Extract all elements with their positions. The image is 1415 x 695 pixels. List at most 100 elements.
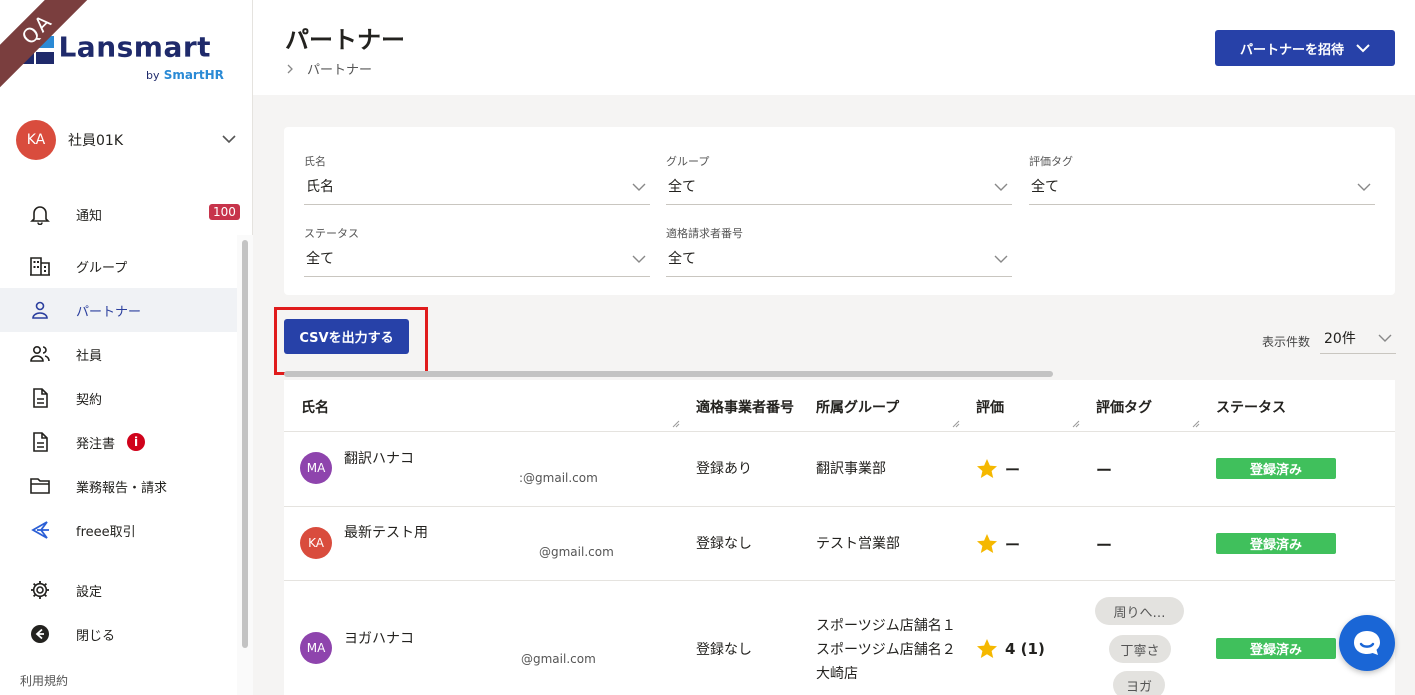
- sidebar-item-label: 設定: [76, 584, 103, 600]
- table-row[interactable]: KA 最新テスト用 @gmail.com 登録なし テスト営業部 ー ー 登録済…: [284, 507, 1395, 581]
- filter-label: 適格請求者番号: [666, 227, 743, 240]
- status-badge: 登録済み: [1216, 458, 1336, 479]
- export-csv-button[interactable]: CSVを出力する: [284, 319, 409, 354]
- status-filter-select[interactable]: 全て: [304, 247, 650, 277]
- document-icon: [28, 430, 52, 454]
- partner-email: @gmail.com: [521, 652, 596, 666]
- gear-icon: [28, 578, 52, 602]
- group-filter-select[interactable]: 全て: [666, 175, 1012, 205]
- filter-label: 評価タグ: [1029, 155, 1073, 168]
- partner-group: 翻訳事業部: [816, 461, 886, 477]
- breadcrumb: パートナー: [285, 59, 372, 78]
- sidebar-item-label: パートナー: [76, 304, 142, 320]
- chevron-down-icon: [1378, 334, 1392, 342]
- logo-subtitle: by SmartHR: [146, 68, 224, 82]
- resize-handle-icon[interactable]: [1192, 420, 1200, 428]
- partner-avatar: MA: [300, 632, 332, 664]
- partner-avatar: MA: [300, 452, 332, 484]
- sidebar-item-reports-billing[interactable]: 業務報告・請求: [0, 464, 237, 508]
- chevron-down-icon: [994, 183, 1008, 191]
- user-menu[interactable]: KA 社員01K: [16, 120, 236, 160]
- table-row[interactable]: MA ヨガハナコ @gmail.com 登録なし スポーツジム店舗名１ スポーツ…: [284, 581, 1395, 695]
- filter-invoice-number: 適格請求者番号 全て: [666, 225, 1012, 277]
- invite-partner-button[interactable]: パートナーを招待: [1215, 30, 1395, 66]
- sidebar-item-freee[interactable]: freee取引: [0, 508, 237, 552]
- filter-name: 氏名 氏名: [304, 153, 650, 205]
- chevron-down-icon: [994, 255, 1008, 263]
- page-title: パートナー: [285, 26, 405, 54]
- chevron-down-icon: [1357, 183, 1371, 191]
- filter-tag: 評価タグ 全て: [1029, 153, 1375, 205]
- partner-tags-empty: ー: [1096, 461, 1113, 480]
- sidebar-item-label: 発注書: [76, 436, 116, 452]
- breadcrumb-item[interactable]: パートナー: [307, 59, 372, 78]
- partners-table: 氏名 適格事業者番号 所属グループ 評価 評価タグ ステータス MA 翻訳ハナコ…: [284, 380, 1395, 695]
- partner-rating: ー: [975, 457, 1020, 481]
- chevron-right-icon: [287, 64, 293, 73]
- status-badge: 登録済み: [1216, 533, 1336, 554]
- partner-rating: 4 (1): [975, 637, 1045, 661]
- partner-group: テスト営業部: [816, 536, 900, 552]
- table-horizontal-scrollbar[interactable]: [284, 371, 1053, 377]
- table-row[interactable]: MA 翻訳ハナコ :@gmail.com 登録あり 翻訳事業部 ー ー 登録済み: [284, 433, 1395, 507]
- sidebar-scrollbar[interactable]: [242, 240, 248, 648]
- table-header: 氏名 適格事業者番号 所属グループ 評価 評価タグ ステータス: [284, 380, 1395, 432]
- sidebar-item-label: 通知: [76, 208, 103, 224]
- sidebar: Lansmart by SmartHR QA KA 社員01K 通知 100 グ…: [0, 0, 253, 695]
- chat-bubble-icon: [1354, 631, 1380, 655]
- arrow-left-circle-icon: [28, 622, 52, 646]
- resize-handle-icon[interactable]: [672, 420, 680, 428]
- rating-tag: 周りへ…: [1095, 597, 1184, 625]
- sidebar-item-partners[interactable]: パートナー: [0, 288, 237, 332]
- chevron-down-icon: [222, 135, 236, 144]
- filter-label: ステータス: [304, 227, 359, 240]
- sidebar-item-label: 閉じる: [76, 628, 116, 644]
- invoice-status: 登録なし: [696, 642, 752, 658]
- filter-status: ステータス 全て: [304, 225, 650, 277]
- partner-group: スポーツジム店舗名２: [816, 642, 956, 658]
- chat-support-button[interactable]: [1339, 615, 1395, 671]
- partner-email: @gmail.com: [539, 545, 614, 559]
- column-header-group[interactable]: 所属グループ: [816, 397, 899, 417]
- sidebar-item-groups[interactable]: グループ: [0, 244, 237, 288]
- partner-name[interactable]: 最新テスト用: [344, 522, 428, 542]
- sidebar-item-close[interactable]: 閉じる: [0, 612, 237, 656]
- logo-text: Lansmart: [58, 30, 212, 64]
- partner-email: :@gmail.com: [519, 471, 598, 485]
- status-badge: 登録済み: [1216, 638, 1336, 659]
- resize-handle-icon[interactable]: [952, 420, 960, 428]
- name-filter-select[interactable]: 氏名: [304, 175, 650, 205]
- freee-icon: [28, 518, 52, 542]
- resize-handle-icon[interactable]: [1072, 420, 1080, 428]
- sidebar-item-purchase-orders[interactable]: 発注書 i: [0, 420, 237, 464]
- partner-avatar: KA: [300, 527, 332, 559]
- person-icon: [28, 298, 52, 322]
- sidebar-nav: 通知 100 グループ パートナー 社員 契約 発注書 i 業務報告・請求 fr…: [0, 192, 240, 656]
- chevron-down-icon: [1356, 44, 1370, 53]
- invoice-filter-select[interactable]: 全て: [666, 247, 1012, 277]
- sidebar-item-contracts[interactable]: 契約: [0, 376, 237, 420]
- terms-link[interactable]: 利用規約: [20, 672, 68, 689]
- partner-name[interactable]: 翻訳ハナコ: [344, 448, 414, 468]
- invoice-status: 登録あり: [696, 461, 752, 477]
- chevron-down-icon: [632, 255, 646, 263]
- sidebar-item-settings[interactable]: 設定: [0, 568, 237, 612]
- document-icon: [28, 386, 52, 410]
- notification-count-badge: 100: [209, 204, 240, 220]
- bell-icon: [28, 202, 52, 226]
- column-header-rating[interactable]: 評価: [976, 397, 1004, 417]
- partner-group: 大崎店: [816, 666, 858, 682]
- filter-label: グループ: [666, 155, 710, 168]
- per-page-select[interactable]: 20件: [1320, 324, 1396, 354]
- sidebar-item-notifications[interactable]: 通知 100: [0, 192, 240, 236]
- sidebar-item-label: グループ: [76, 260, 128, 276]
- column-header-status[interactable]: ステータス: [1216, 397, 1286, 417]
- sidebar-item-employees[interactable]: 社員: [0, 332, 237, 376]
- partner-name[interactable]: ヨガハナコ: [344, 628, 414, 648]
- invoice-status: 登録なし: [696, 536, 752, 552]
- column-header-name[interactable]: 氏名: [301, 397, 329, 417]
- column-header-invoice[interactable]: 適格事業者番号: [696, 397, 794, 417]
- column-header-tags[interactable]: 評価タグ: [1096, 397, 1152, 417]
- star-icon: [977, 534, 997, 553]
- tag-filter-select[interactable]: 全て: [1029, 175, 1375, 205]
